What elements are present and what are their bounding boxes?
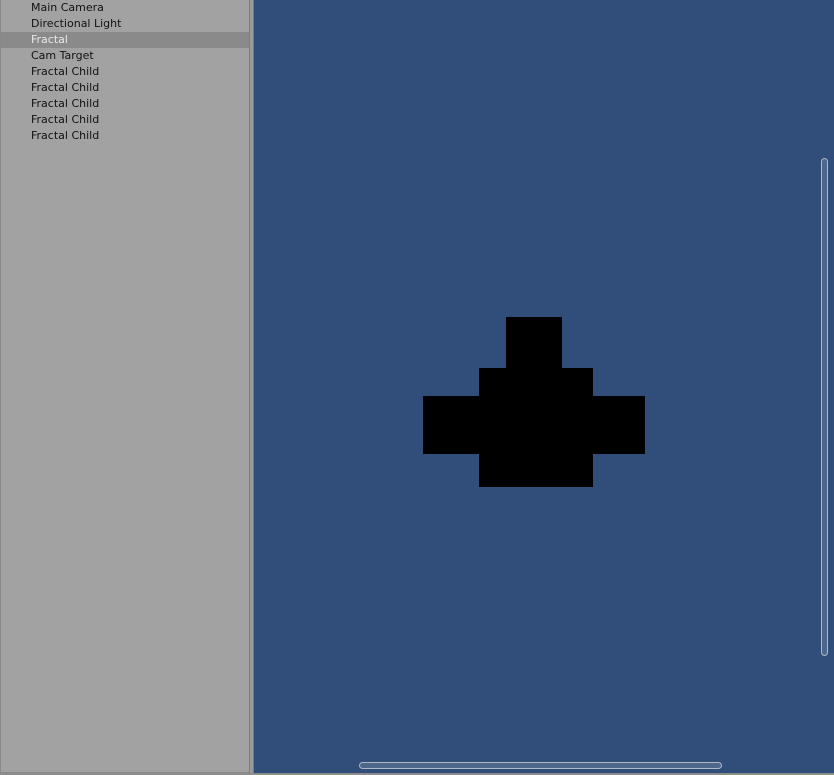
fractal-cube-top — [506, 317, 562, 369]
hierarchy-item-fractal-child[interactable]: Fractal Child — [1, 64, 249, 80]
hierarchy-item-fractal-child[interactable]: Fractal Child — [1, 112, 249, 128]
fractal-cube-right — [592, 396, 645, 454]
hierarchy-item-fractal-child[interactable]: Fractal Child — [1, 96, 249, 112]
fractal-cube-left — [423, 396, 480, 454]
hierarchy-item-cam-target[interactable]: Cam Target — [1, 48, 249, 64]
vertical-scrollbar[interactable] — [821, 158, 828, 656]
hierarchy-item-fractal[interactable]: Fractal — [1, 32, 249, 48]
hierarchy-item-directional-light[interactable]: Directional Light — [1, 16, 249, 32]
hierarchy-item-fractal-child[interactable]: Fractal Child — [1, 128, 249, 144]
scene-view[interactable] — [254, 0, 834, 773]
fractal-cube-center — [479, 368, 593, 487]
hierarchy-item-main-camera[interactable]: Main Camera — [1, 0, 249, 16]
hierarchy-panel: Main Camera Directional Light Fractal Ca… — [0, 0, 249, 773]
hierarchy-list: Main Camera Directional Light Fractal Ca… — [1, 0, 249, 144]
fractal-object[interactable] — [254, 0, 834, 773]
hierarchy-item-fractal-child[interactable]: Fractal Child — [1, 80, 249, 96]
editor-window: Main Camera Directional Light Fractal Ca… — [0, 0, 834, 775]
horizontal-scrollbar[interactable] — [359, 762, 722, 769]
